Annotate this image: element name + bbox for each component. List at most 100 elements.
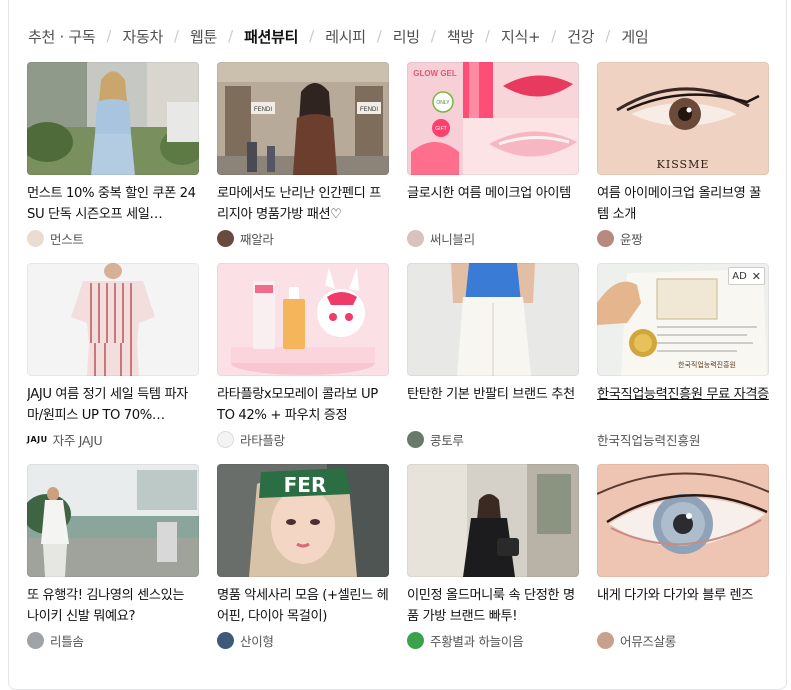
svg-text:FER: FER bbox=[284, 473, 327, 497]
author-name: 어뮤즈살롱 bbox=[620, 633, 677, 649]
card-author[interactable]: 한국직업능력진흥원 bbox=[597, 430, 769, 448]
avatar bbox=[27, 631, 44, 649]
svg-text:한국직업능력진흥원: 한국직업능력진흥원 bbox=[678, 360, 736, 369]
tab-car[interactable]: 자동차 bbox=[122, 26, 163, 47]
card-title[interactable]: JAJU 여름 정기 세일 득템 파자마/원피스 UP TO 70%… bbox=[27, 384, 199, 426]
card-title[interactable]: 로마에서도 난리난 인간펜디 프리지아 명품가방 패션♡ bbox=[217, 183, 389, 225]
author-name: 써니블리 bbox=[430, 231, 475, 247]
card-thumbnail[interactable]: FER bbox=[217, 464, 389, 577]
card-author[interactable]: 어뮤즈살롱 bbox=[597, 631, 769, 649]
card-thumbnail[interactable] bbox=[407, 263, 579, 376]
card-title[interactable]: 내게 다가와 다가와 블루 렌즈 bbox=[597, 585, 769, 627]
card-author[interactable]: 라타플랑 bbox=[217, 430, 389, 448]
card-title[interactable]: 또 유행각! 김나영의 센스있는 나이키 신발 뭐예요? bbox=[27, 585, 199, 627]
content-card[interactable]: 내게 다가와 다가와 블루 렌즈 어뮤즈살롱 bbox=[597, 464, 769, 649]
content-card[interactable]: 또 유행각! 김나영의 센스있는 나이키 신발 뭐예요? 리틀솜 bbox=[27, 464, 199, 649]
svg-text:GIFT: GIFT bbox=[435, 126, 446, 132]
tab-webtoon[interactable]: 웹툰 bbox=[190, 26, 217, 47]
content-card[interactable]: 탄탄한 기본 반팔티 브랜드 추천 콩토루 bbox=[407, 263, 579, 448]
svg-text:ONLY: ONLY bbox=[436, 100, 450, 106]
card-thumbnail[interactable]: 한국직업능력진흥원 AD ✕ bbox=[597, 263, 769, 376]
ad-label: AD bbox=[732, 270, 747, 282]
tab-separator: / bbox=[484, 27, 490, 45]
tab-recipe[interactable]: 레시피 bbox=[325, 26, 366, 47]
avatar bbox=[597, 229, 614, 247]
svg-text:FENDI: FENDI bbox=[360, 107, 378, 113]
card-author[interactable]: 윤짱 bbox=[597, 229, 769, 247]
avatar bbox=[27, 229, 44, 247]
card-title[interactable]: 명품 악세사리 모음 (+셀린느 헤어핀, 다이아 목걸이) bbox=[217, 585, 389, 627]
author-name: 산이형 bbox=[240, 633, 274, 649]
card-author[interactable]: 리틀솜 bbox=[27, 631, 199, 649]
card-author[interactable]: 콩토루 bbox=[407, 430, 579, 448]
author-name: 주황별과 하늘이음 bbox=[430, 633, 524, 649]
card-author[interactable]: 써니블리 bbox=[407, 229, 579, 247]
author-name: 째알라 bbox=[240, 231, 274, 247]
content-card[interactable]: 먼스트 10% 중복 할인 쿠폰 24 SU 단독 시즌오프 세일… 먼스트 bbox=[27, 62, 199, 247]
tab-knowledge[interactable]: 지식+ bbox=[501, 26, 541, 47]
card-title[interactable]: 글로시한 여름 메이크업 아이템 bbox=[407, 183, 579, 225]
avatar bbox=[217, 430, 234, 448]
card-title[interactable]: 여름 아이메이크업 올리브영 꿀템 소개 bbox=[597, 183, 769, 225]
svg-text:FENDI: FENDI bbox=[254, 107, 272, 113]
author-name: 라타플랑 bbox=[240, 432, 285, 448]
card-thumbnail[interactable] bbox=[597, 464, 769, 577]
avatar bbox=[217, 229, 234, 247]
tab-books[interactable]: 책방 bbox=[447, 26, 474, 47]
content-card[interactable]: FER 명품 악세사리 모음 (+셀린느 헤어핀, 다이아 목걸이) 산이형 bbox=[217, 464, 389, 649]
card-thumbnail[interactable] bbox=[217, 263, 389, 376]
tab-separator: / bbox=[106, 27, 112, 45]
tab-separator: / bbox=[605, 27, 611, 45]
tab-health[interactable]: 건강 bbox=[567, 26, 594, 47]
card-title[interactable]: 먼스트 10% 중복 할인 쿠폰 24 SU 단독 시즌오프 세일… bbox=[27, 183, 199, 225]
card-thumbnail[interactable] bbox=[27, 464, 199, 577]
card-author[interactable]: 먼스트 bbox=[27, 229, 199, 247]
author-name: 콩토루 bbox=[430, 432, 464, 448]
card-author[interactable]: 산이형 bbox=[217, 631, 389, 649]
avatar bbox=[217, 631, 234, 649]
category-tabs: 추천 · 구독 / 자동차 / 웹툰 / 패션뷰티 / 레시피 / 리빙 / 책… bbox=[28, 24, 649, 48]
content-card[interactable]: JAJU 여름 정기 세일 득템 파자마/원피스 UP TO 70%… JAJU… bbox=[27, 263, 199, 448]
card-thumbnail[interactable] bbox=[27, 62, 199, 175]
content-card[interactable]: 이민정 올드머니룩 속 단정한 명품 가방 브랜드 빠투! 주황별과 하늘이음 bbox=[407, 464, 579, 649]
avatar bbox=[407, 430, 424, 448]
author-name: 먼스트 bbox=[50, 231, 84, 247]
author-name: 윤짱 bbox=[620, 231, 643, 247]
avatar bbox=[407, 631, 424, 649]
card-author[interactable]: 주황별과 하늘이음 bbox=[407, 631, 579, 649]
tab-separator: / bbox=[551, 27, 557, 45]
card-title[interactable]: 탄탄한 기본 반팔티 브랜드 추천 bbox=[407, 384, 579, 426]
tab-game[interactable]: 게임 bbox=[621, 26, 648, 47]
jaju-logo: JAJU bbox=[27, 434, 48, 444]
content-card[interactable]: FENDI FENDI 로마에서도 난리난 인간펜디 프리지아 명품가방 패션♡… bbox=[217, 62, 389, 247]
card-thumbnail[interactable] bbox=[27, 263, 199, 376]
avatar bbox=[407, 229, 424, 247]
content-card[interactable]: 한국직업능력진흥원 AD ✕ 한국직업능력진흥원 무료 자격증 한국직업능력진흥… bbox=[597, 263, 769, 448]
svg-text:KISSME: KISSME bbox=[657, 158, 710, 171]
tab-separator: / bbox=[228, 27, 234, 45]
content-card[interactable]: GLOW GEL ONLY GIFT 글로시한 여름 메이크업 아이템 써니블리 bbox=[407, 62, 579, 247]
card-thumbnail[interactable]: FENDI FENDI bbox=[217, 62, 389, 175]
card-title[interactable]: 이민정 올드머니룩 속 단정한 명품 가방 브랜드 빠투! bbox=[407, 585, 579, 627]
card-author[interactable]: JAJU 자주 JAJU bbox=[27, 430, 199, 448]
card-author[interactable]: 째알라 bbox=[217, 229, 389, 247]
tab-separator: / bbox=[173, 27, 180, 45]
content-card[interactable]: KISSME 여름 아이메이크업 올리브영 꿀템 소개 윤짱 bbox=[597, 62, 769, 247]
card-thumbnail[interactable] bbox=[407, 464, 579, 577]
tab-separator: / bbox=[430, 27, 436, 45]
card-title[interactable]: 라타플랑x모모레이 콜라보 UP TO 42% + 파우치 증정 bbox=[217, 384, 389, 426]
card-thumbnail[interactable]: KISSME bbox=[597, 62, 769, 175]
tab-recommend[interactable]: 추천 · 구독 bbox=[28, 26, 96, 47]
advertiser-name: 한국직업능력진흥원 bbox=[597, 432, 701, 448]
card-title[interactable]: 한국직업능력진흥원 무료 자격증 bbox=[597, 384, 769, 426]
close-icon[interactable]: ✕ bbox=[752, 270, 761, 283]
tab-living[interactable]: 리빙 bbox=[393, 26, 420, 47]
svg-text:GLOW GEL: GLOW GEL bbox=[413, 69, 457, 78]
tab-fashion-beauty[interactable]: 패션뷰티 bbox=[244, 26, 298, 47]
tab-separator: / bbox=[309, 27, 315, 45]
author-name: 리틀솜 bbox=[50, 633, 84, 649]
ad-badge[interactable]: AD ✕ bbox=[728, 267, 765, 285]
author-name: 자주 JAJU bbox=[52, 432, 103, 448]
content-card[interactable]: 라타플랑x모모레이 콜라보 UP TO 42% + 파우치 증정 라타플랑 bbox=[217, 263, 389, 448]
card-thumbnail[interactable]: GLOW GEL ONLY GIFT bbox=[407, 62, 579, 175]
